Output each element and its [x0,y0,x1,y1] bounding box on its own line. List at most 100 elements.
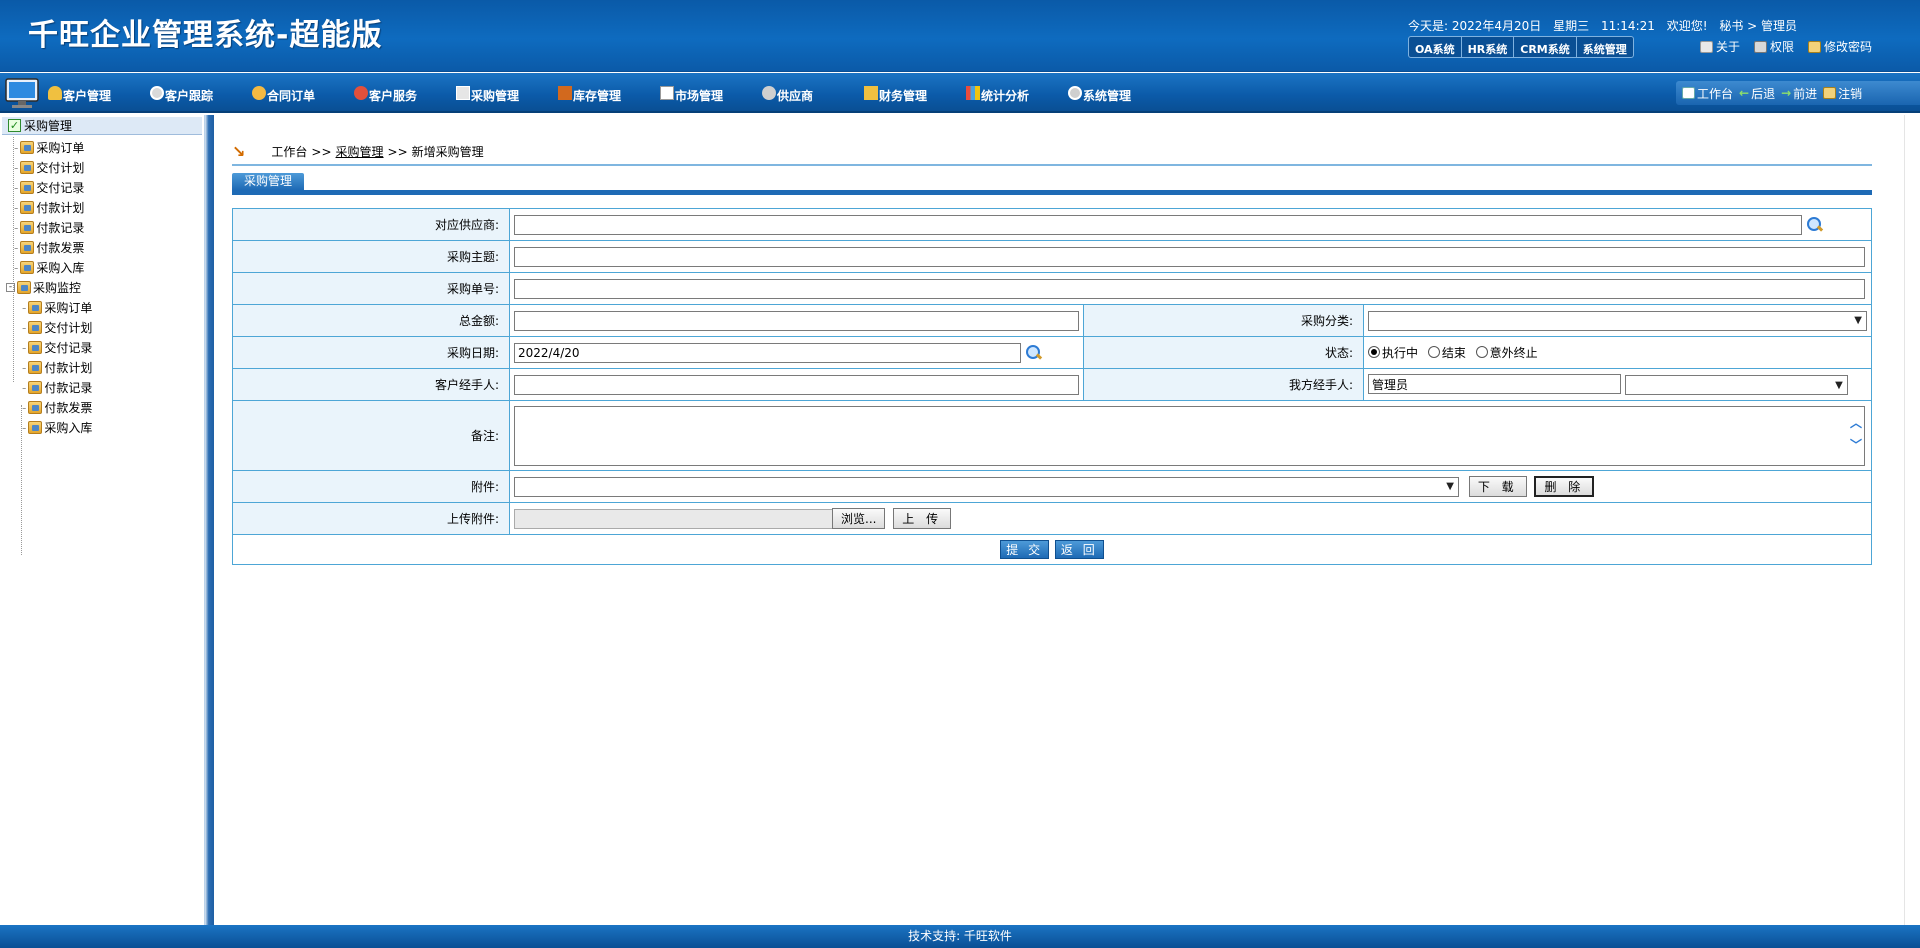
sidebar-item-label: 付款发票 [36,241,85,255]
upload-button[interactable]: 上 传 [893,508,952,529]
submit-button[interactable]: 提 交 [1000,540,1050,559]
change-password-label: 修改密码 [1824,40,1873,54]
sidebar-item-label: 交付计划 [44,321,93,335]
sidebar-item-label: 付款记录 [36,221,85,235]
menu-statistics[interactable]: 统计分析 [966,85,1030,104]
sidebar-splitter[interactable] [205,115,214,925]
sidebar-item-payment-invoice[interactable]: - 付款发票 [14,239,84,256]
scroll-down-icon[interactable]: ﹀ [1850,436,1862,453]
remark-cell: ︿ ﹀ [509,400,1872,471]
about-link[interactable]: 关于 [1700,38,1740,55]
sidebar-item-payment-record[interactable]: - 付款记录 [14,219,84,236]
amount-input[interactable] [514,310,1079,331]
supplier-input[interactable] [514,214,1802,235]
menu-purchase-management[interactable]: 采购管理 [456,85,519,104]
form-row-attachment: 附件: ▼ 下 载 删 除 [232,470,1872,503]
forward-button[interactable]: → 前进 [1781,85,1817,102]
finance-icon [864,85,878,100]
sidebar-item-purchase-warehousing[interactable]: - 采购入库 [14,259,84,276]
subject-input[interactable] [514,246,1865,267]
sidebar-title[interactable]: ✓ 采购管理 [2,117,202,135]
menu-label: 合同订单 [267,89,316,103]
menu-supplier[interactable]: 供应商 [762,85,814,104]
workbench-label: 工作台 [1697,86,1734,101]
menu-label: 系统管理 [1083,89,1132,103]
our-handler-input[interactable] [1367,374,1621,394]
menu-customer-service[interactable]: 客户服务 [354,85,417,104]
status-option-active[interactable]: 执行中 [1367,344,1418,361]
sidebar-item-payment-plan[interactable]: - 付款计划 [14,199,84,216]
inventory-icon [558,85,572,100]
sys-tab-crm[interactable]: CRM系统 [1514,37,1577,57]
folder-icon [28,341,43,354]
upload-cell: 浏览... 上 传 [509,502,1872,535]
menu-customer-tracking[interactable]: 客户跟踪 [150,85,213,104]
main-menu-bar: 客户管理 客户跟踪 合同订单 客户服务 采购管理 库存管理 市场管理 供应商 财… [0,73,1920,113]
radio-unchecked [1427,346,1440,359]
search-icon[interactable] [1025,345,1041,361]
radio-label: 意外终止 [1489,345,1538,360]
sys-tab-oa[interactable]: OA系统 [1409,37,1462,57]
workbench-button[interactable]: 工作台 [1682,85,1733,102]
permission-link[interactable]: 权限 [1754,38,1794,55]
sidebar-item-label: 付款发票 [44,401,93,415]
breadcrumb-current: 新增采购管理 [411,145,484,159]
search-icon[interactable] [1806,217,1822,233]
browse-button[interactable]: 浏览... [832,508,886,529]
menu-label: 统计分析 [981,89,1030,103]
menu-label: 供应商 [777,89,814,103]
arrow-left-icon: ← [1739,86,1750,100]
scroll-up-icon[interactable]: ︿ [1850,414,1862,431]
section-tab[interactable]: 采购管理 [232,173,305,190]
sidebar-item-purchase-monitor[interactable]: - 采购监控 [6,279,81,296]
folder-icon [28,381,43,394]
sys-tab-hr[interactable]: HR系统 [1462,37,1515,57]
logout-icon [1823,87,1837,99]
category-select[interactable]: ▼ [1367,310,1867,331]
status-option-terminated[interactable]: 意外终止 [1475,344,1538,361]
menu-market-management[interactable]: 市场管理 [660,85,724,104]
sidebar-subitem-purchase-order[interactable]: - 采购订单 [22,299,92,316]
sidebar-subitem-payment-invoice[interactable]: - 付款发票 [22,399,92,416]
menu-customer-management[interactable]: 客户管理 [48,85,111,104]
about-label: 关于 [1716,40,1741,54]
collapse-icon[interactable]: - [6,283,15,292]
status-option-ended[interactable]: 结束 [1427,344,1466,361]
menu-inventory-management[interactable]: 库存管理 [558,85,621,104]
form-row-upload: 上传附件: 浏览... 上 传 [232,502,1872,535]
sidebar-subitem-delivery-plan[interactable]: - 交付计划 [22,319,92,336]
sidebar-subitem-payment-record[interactable]: - 付款记录 [22,379,92,396]
logout-button[interactable]: 注销 [1823,85,1862,102]
order-no-input[interactable] [514,278,1865,299]
chevron-down-icon: ▼ [1835,379,1843,391]
delete-button[interactable]: 删 除 [1534,476,1595,497]
back-button[interactable]: ← 后退 [1739,85,1775,102]
download-button[interactable]: 下 载 [1468,476,1527,497]
client-handler-input[interactable] [514,374,1079,395]
attachment-select[interactable]: ▼ [514,476,1459,497]
our-handler-select[interactable]: ▼ [1624,375,1848,395]
sidebar-subitem-payment-plan[interactable]: - 付款计划 [22,359,92,376]
breadcrumb: ↘ 工作台 >> 采购管理 >> 新增采购管理 [232,142,484,161]
sidebar-item-delivery-plan[interactable]: - 交付计划 [14,159,84,176]
back-form-button[interactable]: 返 回 [1054,540,1104,559]
menu-label: 市场管理 [675,89,724,103]
remark-textarea[interactable] [514,405,1865,466]
upload-file-input[interactable] [514,508,834,529]
main-content: ↘ 工作台 >> 采购管理 >> 新增采购管理 采购管理 对应供应商: 采购主题… [214,115,1904,925]
sys-tab-admin[interactable]: 系统管理 [1577,37,1633,57]
change-password-link[interactable]: 修改密码 [1808,38,1872,55]
sidebar-item-purchase-order[interactable]: - 采购订单 [14,139,84,156]
menu-finance-management[interactable]: 财务管理 [864,85,927,104]
sidebar-item-label: 交付记录 [44,341,93,355]
breadcrumb-module[interactable]: 采购管理 [336,143,384,160]
purchase-icon [456,85,470,100]
sidebar-subitem-purchase-warehousing[interactable]: - 采购入库 [22,419,92,436]
scrollbar-area[interactable] [1904,115,1920,925]
breadcrumb-home[interactable]: 工作台 [271,143,307,160]
sidebar-subitem-delivery-record[interactable]: - 交付记录 [22,339,92,356]
menu-system-management[interactable]: 系统管理 [1068,85,1132,104]
menu-contract-orders[interactable]: 合同订单 [252,85,316,104]
sidebar-item-delivery-record[interactable]: - 交付记录 [14,179,84,196]
date-input[interactable] [514,342,1021,363]
